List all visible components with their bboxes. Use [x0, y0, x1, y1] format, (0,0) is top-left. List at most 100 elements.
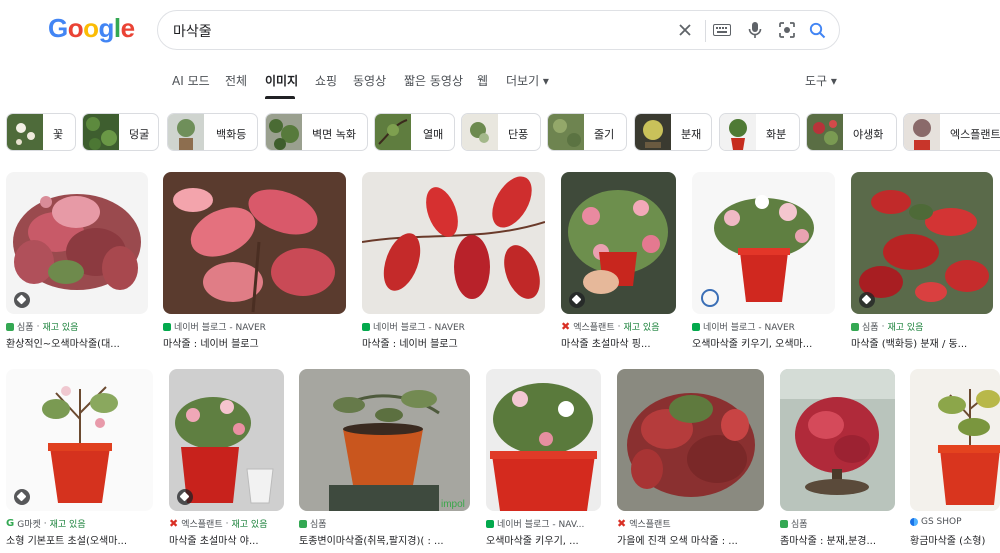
- mic-icon[interactable]: [744, 19, 766, 41]
- result-title[interactable]: 마삭줄 : 네이버 블로그: [163, 335, 346, 350]
- tools-button[interactable]: 도구 ▾: [805, 72, 837, 89]
- chip-xplant[interactable]: 엑스플랜트: [903, 113, 1000, 151]
- separator: ·: [881, 321, 885, 332]
- result-title[interactable]: 토종변이마삭줄(취목,팔지경)( : ...: [299, 532, 470, 547]
- result-thumbnail: [617, 369, 764, 511]
- gsshop-logo-icon: [910, 518, 918, 526]
- result-source: ✖ 엑스플랜트 · 재고 있음: [561, 320, 659, 333]
- lens-icon[interactable]: [776, 19, 798, 41]
- chip-label: 야생화: [853, 128, 884, 141]
- search-box[interactable]: 마삭줄: [157, 10, 840, 50]
- google-images-page: Google 마삭줄 AI 모드 전체 이미지 쇼핑 동영상 짧은 동영상 웹 …: [0, 0, 1000, 553]
- result-title[interactable]: 가을에 진객 오색 마삭줄 : ...: [617, 532, 764, 547]
- source-favicon: [163, 322, 171, 331]
- tab-videos[interactable]: 동영상: [353, 72, 386, 89]
- source-name: 네이버 블로그 - NAV...: [497, 520, 585, 530]
- result-thumbnail: [6, 172, 148, 314]
- chip-bonsai[interactable]: 분재: [634, 113, 712, 151]
- result-source: 네이버 블로그 - NAV...: [486, 517, 584, 530]
- result-thumbnail: [6, 369, 153, 511]
- source-name: GS SHOP: [921, 517, 962, 527]
- xplant-logo-icon: ✖: [617, 517, 627, 530]
- result-thumbnail: impol: [299, 369, 470, 511]
- tab-all[interactable]: 전체: [225, 72, 247, 89]
- chip-thumbnail: [375, 114, 411, 150]
- source-name: 심폼: [17, 323, 34, 333]
- chip-thumbnail: [266, 114, 302, 150]
- separator: ·: [225, 518, 229, 529]
- chip-stem[interactable]: 줄기: [547, 113, 627, 151]
- result-source: 네이버 블로그 - NAVER: [163, 320, 266, 333]
- result-title[interactable]: 마삭줄 초설마삭 야...: [169, 532, 284, 547]
- source-favicon: [851, 322, 859, 331]
- chip-flower[interactable]: 꽃: [6, 113, 76, 151]
- search-input[interactable]: 마삭줄: [173, 21, 212, 41]
- clear-icon[interactable]: [674, 19, 696, 41]
- tab-images[interactable]: 이미지: [265, 72, 298, 89]
- source-favicon: [780, 519, 788, 528]
- separator: ·: [36, 321, 40, 332]
- tab-more[interactable]: 더보기 ▾: [506, 72, 549, 89]
- chip-wildflower[interactable]: 야생화: [806, 113, 897, 151]
- chip-label: 줄기: [594, 128, 615, 141]
- result-source: GS SHOP: [910, 517, 962, 527]
- result-title[interactable]: 황금마삭줄 (소형): [910, 532, 1000, 547]
- chip-label: 벽면 녹화: [312, 128, 356, 141]
- result-title[interactable]: 마삭줄 (백화등) 분재 / 동...: [851, 335, 993, 350]
- filter-chips: 꽃 덩굴 백화등 벽면 녹화 열매 단풍 줄기 분재 화분 야생화 엑스플랜트: [0, 113, 1000, 153]
- source-favicon: [692, 322, 700, 331]
- source-favicon: [6, 322, 14, 331]
- google-logo[interactable]: Google: [48, 13, 135, 44]
- chip-label: 단풍: [508, 128, 529, 141]
- tab-ai-mode[interactable]: AI 모드: [172, 72, 210, 89]
- result-title[interactable]: 오색마삭줄 키우기, ...: [486, 532, 601, 547]
- result-title[interactable]: 환상적인~오색마삭줄(대...: [6, 335, 148, 350]
- chip-label: 분재: [681, 128, 702, 141]
- chip-wall-greening[interactable]: 벽면 녹화: [265, 113, 368, 151]
- source-favicon: [362, 322, 370, 331]
- result-thumbnail: [163, 172, 346, 314]
- result-thumbnail: [692, 172, 835, 314]
- source-name: 네이버 블로그 - NAVER: [174, 323, 266, 333]
- chip-fruit[interactable]: 열매: [374, 113, 455, 151]
- chip-thumbnail: [168, 114, 204, 150]
- result-title[interactable]: 마삭줄 초설마삭 핑...: [561, 335, 676, 350]
- result-title[interactable]: 좀마삭줄 : 분재,분경...: [780, 532, 895, 547]
- result-thumbnail: [851, 172, 993, 314]
- search-tabs: AI 모드 전체 이미지 쇼핑 동영상 짧은 동영상 웹 더보기 ▾ 도구 ▾: [0, 62, 1000, 100]
- result-title[interactable]: 소형 기본포트 초설(오색마...: [6, 532, 153, 547]
- source-name: 심폼: [791, 520, 808, 530]
- logo-letter: l: [113, 13, 121, 43]
- keyboard-icon[interactable]: [711, 19, 733, 41]
- separator: ·: [617, 321, 621, 332]
- result-source: ✖ 엑스플랜트 · 재고 있음: [169, 517, 267, 530]
- chip-autumn-leaves[interactable]: 단풍: [461, 113, 541, 151]
- chip-vine[interactable]: 덩굴: [82, 113, 159, 151]
- chip-thumbnail: [720, 114, 756, 150]
- shopping-tag-icon: [569, 292, 585, 308]
- result-thumbnail: [561, 172, 676, 314]
- tab-short-videos[interactable]: 짧은 동영상: [404, 72, 463, 89]
- tab-web[interactable]: 웹: [477, 72, 488, 89]
- tab-shopping[interactable]: 쇼핑: [315, 72, 337, 89]
- chip-label: 백화등: [216, 128, 247, 141]
- result-source: 심폼: [780, 517, 808, 530]
- source-name: 엑스플랜트: [573, 323, 615, 333]
- shopping-tag-icon: [177, 489, 193, 505]
- logo-letter: e: [120, 13, 135, 43]
- search-icon[interactable]: [806, 19, 828, 41]
- result-title[interactable]: 마삭줄 : 네이버 블로그: [362, 335, 545, 350]
- result-title[interactable]: 오색마삭줄 키우기, 오색마...: [692, 335, 835, 350]
- stock-status: 재고 있음: [49, 520, 86, 530]
- result-thumbnail: [780, 369, 895, 511]
- chip-baekhwadeung[interactable]: 백화등: [167, 113, 258, 151]
- chip-thumbnail: [462, 114, 498, 150]
- chip-thumbnail: [7, 114, 43, 150]
- chip-flowerpot[interactable]: 화분: [719, 113, 800, 151]
- logo-letter: g: [98, 13, 115, 43]
- source-favicon: [299, 519, 307, 528]
- source-name: 심폼: [862, 323, 879, 333]
- result-source: 네이버 블로그 - NAVER: [692, 320, 795, 333]
- result-source: ✖ 엑스플랜트: [617, 517, 671, 530]
- result-source: 네이버 블로그 - NAVER: [362, 320, 465, 333]
